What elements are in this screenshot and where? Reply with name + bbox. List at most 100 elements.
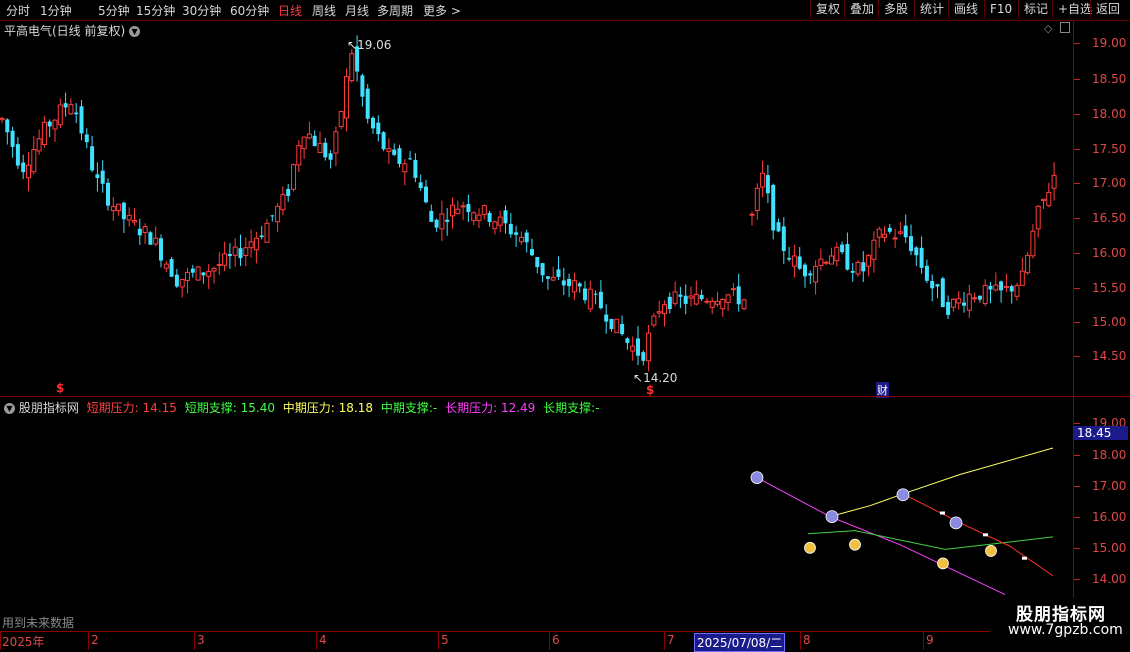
chevron-down-icon[interactable]: ▼ [129,26,141,37]
candle-body [604,314,609,322]
candle-body [270,215,275,217]
candle-body [561,280,566,286]
candle-body [450,204,455,217]
overlay-button[interactable]: 叠加 [844,0,879,19]
axis-tick [1074,579,1080,580]
candle-body [850,271,855,273]
short-pressure-line [904,494,1054,577]
candle-body [1003,285,1009,288]
candle-body [190,268,195,273]
candle-body [760,172,766,188]
candle-body [614,318,620,334]
f10-button[interactable]: F10 [984,0,1017,19]
date-label: 4 [319,633,327,647]
candle-body [609,318,614,330]
candle-body [275,205,281,223]
chevron-down-icon[interactable]: ▼ [4,403,15,414]
candle-body [323,142,328,158]
candle-body [41,121,47,146]
candle-body [137,228,142,236]
candle-body [110,206,116,212]
sad-face-icon [949,516,963,530]
legend-short-pressure: 短期压力: 14.15 [87,401,177,415]
candle-body [550,276,556,281]
axis-tick [1074,43,1080,44]
ind-tick-label: 14.00 [1092,572,1127,586]
axis-tick [1074,288,1080,289]
date-label: 3 [197,633,205,647]
price-tick-label: 17.00 [1092,176,1127,190]
candle-body [749,213,755,216]
date-label: 2 [91,633,99,647]
window-icon[interactable] [1060,22,1070,33]
candlestick-chart[interactable] [0,20,1072,396]
candle-body [21,162,26,173]
crosshair-date: 2025/07/08/二 [694,633,786,652]
candle-body [248,241,254,249]
date-separator [194,632,195,650]
candle-body [90,146,95,171]
multi-stock-button[interactable]: 多股 [878,0,913,19]
candle-body [445,219,450,222]
candle-body [583,288,587,301]
mark-button[interactable]: 标记 [1018,0,1053,19]
price-tick-label: 17.50 [1092,142,1127,156]
watermark-url: www.7gpzb.com [1008,622,1123,638]
price-tick-label: 15.50 [1092,281,1127,295]
candle-body [195,266,201,281]
back-button[interactable]: 返回 [1090,0,1125,19]
candlestick-pane[interactable] [0,20,1072,396]
period-tab-1min[interactable]: 1分钟 [40,2,72,19]
adjust-button[interactable]: 复权 [810,0,845,19]
period-tab-5min[interactable]: 5分钟 [98,2,130,19]
axis-tick [1074,253,1080,254]
dividend-marker-2[interactable]: $ [646,383,654,397]
candle-body [68,104,74,115]
period-tab-monthly[interactable]: 月线 [345,2,369,19]
candle-body [106,182,110,206]
draw-button[interactable]: 画线 [948,0,983,19]
indicator-chart[interactable] [0,397,1072,631]
period-tab-60min[interactable]: 60分钟 [230,2,269,19]
candle-body [74,112,79,115]
candle-body [371,117,375,129]
candle-body [116,203,122,212]
candle-body [829,255,834,265]
candle-body [503,210,508,224]
sad-face-icon [750,471,764,484]
period-tab-weekly[interactable]: 周线 [312,2,336,19]
period-tab-30min[interactable]: 30分钟 [182,2,221,19]
period-tab-intraday[interactable]: 分时 [6,2,30,19]
candle-body [823,261,829,264]
axis-tick [1074,517,1080,518]
flag-marker [940,511,945,515]
axis-tick [1074,548,1080,549]
period-tab-15min[interactable]: 15分钟 [136,2,175,19]
candle-body [153,237,159,245]
period-tab-multi[interactable]: 多周期 [377,2,413,19]
candle-body [871,239,877,260]
candle-body [148,232,153,245]
flag-marker [983,533,988,537]
legend-value: - [595,401,600,415]
candle-body [935,284,940,287]
candle-body [840,244,845,253]
money-bag-icon [937,557,949,570]
indicator-name: 股朋指标网 [18,401,79,415]
candle-body [524,232,529,243]
candle-body [855,261,861,275]
candle-body [460,205,466,208]
candle-body [418,182,423,189]
candle-body [930,280,935,289]
legend-long-support: 长期支撑:- [543,401,599,415]
period-tab-more[interactable]: 更多 > [423,2,461,19]
candle-body [121,202,126,220]
stats-button[interactable]: 统计 [914,0,949,19]
indicator-pane[interactable] [0,397,1072,631]
diamond-icon[interactable]: ◇ [1044,22,1052,35]
dividend-marker[interactable]: $ [56,381,64,395]
candle-body [328,153,333,160]
candle-body [818,258,824,266]
candle-body [1041,198,1046,202]
period-tab-daily[interactable]: 日线 [278,2,302,19]
